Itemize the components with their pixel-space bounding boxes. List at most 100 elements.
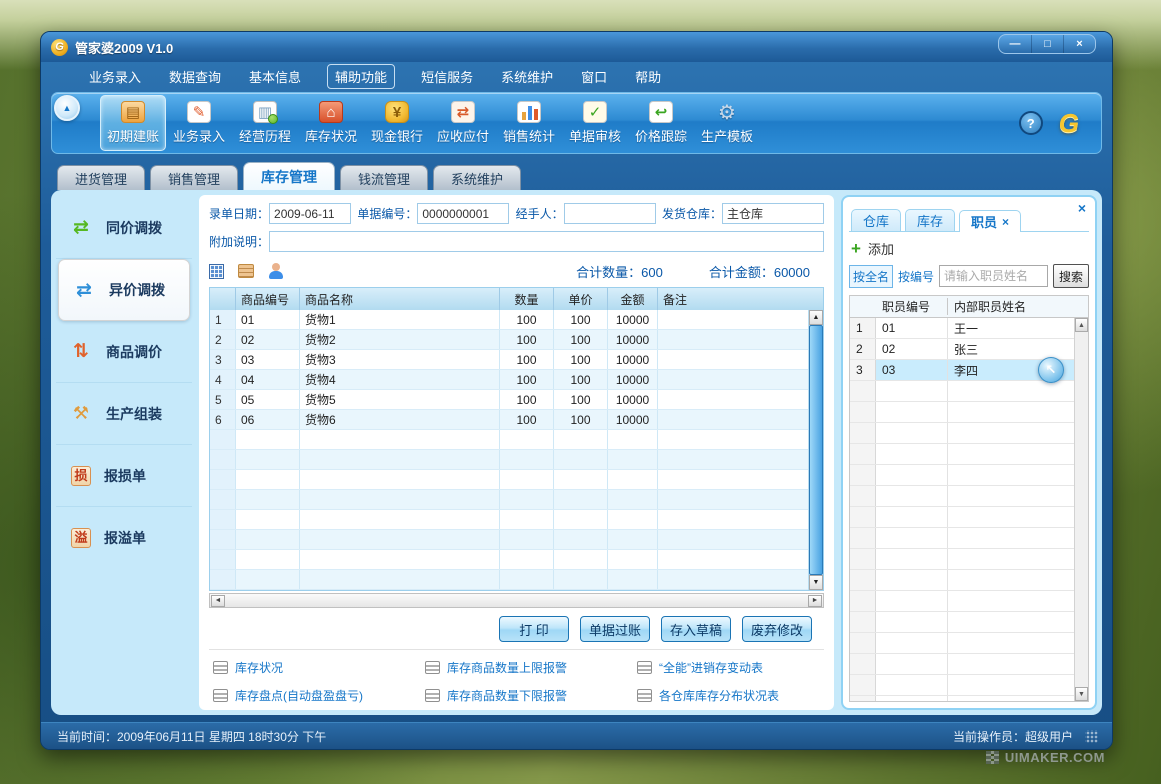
item-row[interactable]: 404货物410010010000 <box>210 370 808 390</box>
vertical-scrollbar[interactable]: ▲ ▼ <box>808 310 823 590</box>
goods-picker-button[interactable] <box>238 264 254 278</box>
staff-search-input[interactable] <box>939 265 1048 287</box>
toolbar-button-production-template[interactable]: ⚙ 生产模板 <box>694 95 760 151</box>
menu-item-data-query[interactable]: 数据查询 <box>167 65 223 88</box>
tab-maintenance[interactable]: 系统维护 <box>433 165 521 190</box>
horizontal-scrollbar[interactable]: ◄ ► <box>209 593 824 608</box>
tab-sales[interactable]: 销售管理 <box>150 165 238 190</box>
menu-item-business-entry[interactable]: 业务录入 <box>87 65 143 88</box>
save-draft-button[interactable]: 存入草稿 <box>661 616 731 642</box>
warehouse-field[interactable] <box>722 203 824 224</box>
panel-scrollbar[interactable]: ▲ ▼ <box>1074 318 1088 701</box>
toolbar-button-payables[interactable]: ⇄ 应收应付 <box>430 95 496 151</box>
panel-close-button[interactable]: × <box>1078 200 1086 216</box>
scroll-thumb[interactable] <box>809 325 823 575</box>
link-distribution-report[interactable]: 各仓库库存分布状况表 <box>637 687 820 704</box>
link-lower-limit-alert[interactable]: 库存商品数量下限报警 <box>425 687 637 704</box>
sidebar-item-loss-report[interactable]: 损 报损单 <box>56 445 192 507</box>
menu-item-maintenance[interactable]: 系统维护 <box>499 65 555 88</box>
item-row[interactable]: 101货物110010010000 <box>210 310 808 330</box>
item-row[interactable]: 202货物210010010000 <box>210 330 808 350</box>
discard-button[interactable]: 废弃修改 <box>742 616 812 642</box>
wallet-icon: ▤ <box>121 101 145 123</box>
scroll-left-button[interactable]: ◄ <box>211 595 225 607</box>
date-field[interactable] <box>269 203 351 224</box>
toolbar-button-sales-stats[interactable]: 销售统计 <box>496 95 562 151</box>
panel-tab-stock[interactable]: 库存 <box>905 209 955 231</box>
shortcut-row: 合计数量：600 合计金额：60000 <box>209 259 824 283</box>
toolbar-button-initial-setup[interactable]: ▤ 初期建账 <box>100 95 166 151</box>
watermark: UIMAKER.COM <box>986 750 1105 765</box>
item-row[interactable]: 303货物310010010000 <box>210 350 808 370</box>
sidebar-item-diff-price-transfer[interactable]: ⇄ 异价调拨 <box>58 259 190 321</box>
panel-tab-warehouse[interactable]: 仓库 <box>851 209 901 231</box>
staff-row[interactable]: 101王一 <box>850 318 1074 339</box>
building-icon <box>209 264 224 279</box>
staff-row[interactable]: 202张三 <box>850 339 1074 360</box>
toolbar-button-business-entry[interactable]: ✎ 业务录入 <box>166 95 232 151</box>
menu-item-basic-info[interactable]: 基本信息 <box>247 65 303 88</box>
panel-tab-staff[interactable]: 职员 × <box>959 210 1021 232</box>
triangle-up-icon: ▲ <box>813 314 820 321</box>
brand-logo-icon: G <box>1059 108 1079 139</box>
sidebar-item-assembly[interactable]: ⚒ 生产组装 <box>56 383 192 445</box>
sidebar-item-price-adjust[interactable]: ⇅ 商品调价 <box>56 321 192 383</box>
link-stock-status[interactable]: 库存状况 <box>213 659 425 676</box>
items-table-header: 商品编号 商品名称 数量 单价 金额 备注 <box>210 288 823 310</box>
link-upper-limit-alert[interactable]: 库存商品数量上限报警 <box>425 659 637 676</box>
toolbar-button-stock-status[interactable]: ⌂ 库存状况 <box>298 95 364 151</box>
scroll-down-button[interactable]: ▼ <box>1075 687 1088 701</box>
minimize-button[interactable]: — <box>999 35 1031 53</box>
filter-by-code[interactable]: 按编号 <box>898 268 934 285</box>
item-row[interactable]: 505货物510010010000 <box>210 390 808 410</box>
menu-item-help[interactable]: 帮助 <box>633 65 663 88</box>
search-button[interactable]: 搜索 <box>1053 264 1089 288</box>
menu-item-sms[interactable]: 短信服务 <box>419 65 475 88</box>
print-button[interactable]: 打 印 <box>499 616 569 642</box>
tab-purchase[interactable]: 进货管理 <box>57 165 145 190</box>
item-row[interactable]: 606货物610010010000 <box>210 410 808 430</box>
link-stocktake[interactable]: 库存盘点(自动盘盈盘亏) <box>213 687 425 704</box>
col-name: 商品名称 <box>300 288 500 310</box>
triangle-left-icon: ◄ <box>215 597 222 604</box>
warehouse-picker-button[interactable] <box>209 264 224 279</box>
handler-field[interactable] <box>564 203 656 224</box>
empty-row <box>850 402 1074 423</box>
staff-row-selected[interactable]: 303李四 ↖ <box>850 360 1074 381</box>
staff-picker-button[interactable] <box>268 263 284 279</box>
scroll-down-button[interactable]: ▼ <box>809 575 823 590</box>
doc-no-field[interactable] <box>417 203 509 224</box>
tab-cashflow[interactable]: 钱流管理 <box>340 165 428 190</box>
scroll-up-button[interactable]: ▲ <box>809 310 823 325</box>
post-button[interactable]: 单据过账 <box>580 616 650 642</box>
tab-inventory[interactable]: 库存管理 <box>243 162 335 190</box>
add-button[interactable]: + 添加 <box>849 232 1089 263</box>
triangle-right-icon: ► <box>812 597 819 604</box>
sidebar-item-same-price-transfer[interactable]: ⇄ 同价调拨 <box>56 197 192 259</box>
menu-item-window[interactable]: 窗口 <box>579 65 609 88</box>
scroll-right-button[interactable]: ► <box>808 595 822 607</box>
toolbar-button-audit[interactable]: ✓ 单据审核 <box>562 95 628 151</box>
maximize-button[interactable]: □ <box>1031 35 1063 53</box>
side-panel: × 仓库 库存 职员 × + 添加 按全名 按编号 搜索 职员 <box>841 195 1097 710</box>
empty-row <box>210 570 808 590</box>
note-field[interactable] <box>269 231 824 252</box>
empty-row <box>850 591 1074 612</box>
col-qty: 数量 <box>500 288 554 310</box>
tab-close-icon[interactable]: × <box>1002 215 1009 229</box>
scroll-up-button[interactable]: ▲ <box>1075 318 1088 332</box>
filter-by-name[interactable]: 按全名 <box>849 265 893 288</box>
collapse-button[interactable]: ▲ <box>54 95 80 121</box>
empty-row <box>850 507 1074 528</box>
sidebar-item-overflow-report[interactable]: 溢 报溢单 <box>56 507 192 569</box>
resize-grip[interactable] <box>1085 730 1098 743</box>
toolbar-button-cash-bank[interactable]: ¥ 现金银行 <box>364 95 430 151</box>
link-almighty-report[interactable]: “全能”进销存变动表 <box>637 659 820 676</box>
toolbar-button-history[interactable]: ▥ 经营历程 <box>232 95 298 151</box>
menu-item-auxiliary[interactable]: 辅助功能 <box>327 64 395 89</box>
col-staff-code: 职员编号 <box>876 298 948 315</box>
uimaker-logo-icon <box>986 751 999 764</box>
help-button[interactable]: ? <box>1019 111 1043 135</box>
toolbar-button-price-track[interactable]: ↩ 价格跟踪 <box>628 95 694 151</box>
close-button[interactable]: × <box>1063 35 1095 53</box>
